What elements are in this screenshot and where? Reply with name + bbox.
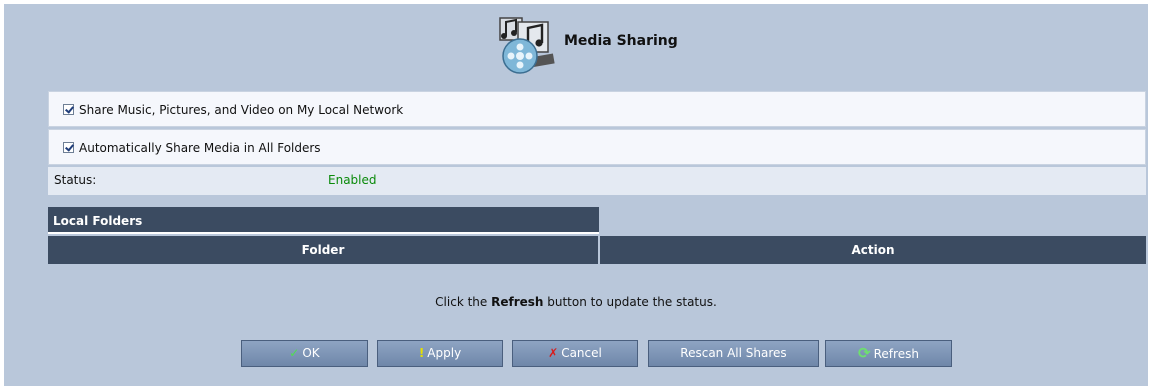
status-value: Enabled [328,173,377,187]
share-network-label: Share Music, Pictures, and Video on My L… [79,103,404,117]
apply-button[interactable]: ! Apply [377,340,503,367]
refresh-button[interactable]: ⟳ Refresh [825,340,952,367]
media-sharing-icon [499,17,555,74]
refresh-icon: ⟳ [858,344,871,362]
page-header: Media Sharing [4,4,1148,86]
hint-prefix: Click the [435,295,492,309]
rescan-label: Rescan All Shares [680,346,787,360]
share-network-row: Share Music, Pictures, and Video on My L… [48,91,1146,127]
auto-share-label: Automatically Share Media in All Folders [79,141,321,155]
page-frame: Media Sharing Share Music, Pictures, and… [4,4,1148,386]
cancel-button[interactable]: ✗ Cancel [512,340,638,367]
exclamation-icon: ! [418,346,425,360]
ok-label: OK [302,346,320,360]
page-title: Media Sharing [564,33,678,49]
hint-suffix: button to update the status. [543,295,717,309]
rescan-all-shares-button[interactable]: Rescan All Shares [648,340,819,367]
column-header-action: Action [600,236,1146,264]
cancel-label: Cancel [561,346,602,360]
share-network-checkbox[interactable] [63,104,74,115]
auto-share-checkbox[interactable] [63,142,74,153]
column-header-folder: Folder [48,236,598,264]
status-label: Status: [54,173,97,187]
checkmark-icon: ✓ [289,346,300,360]
refresh-hint: Click the Refresh button to update the s… [4,295,1148,309]
apply-label: Apply [427,346,462,360]
hint-bold: Refresh [491,295,544,309]
refresh-label: Refresh [873,347,919,361]
ok-button[interactable]: ✓ OK [241,340,368,367]
local-folders-title: Local Folders [48,207,599,234]
status-row: Status: Enabled [48,167,1146,195]
x-icon: ✗ [548,346,559,360]
auto-share-row: Automatically Share Media in All Folders [48,129,1146,165]
